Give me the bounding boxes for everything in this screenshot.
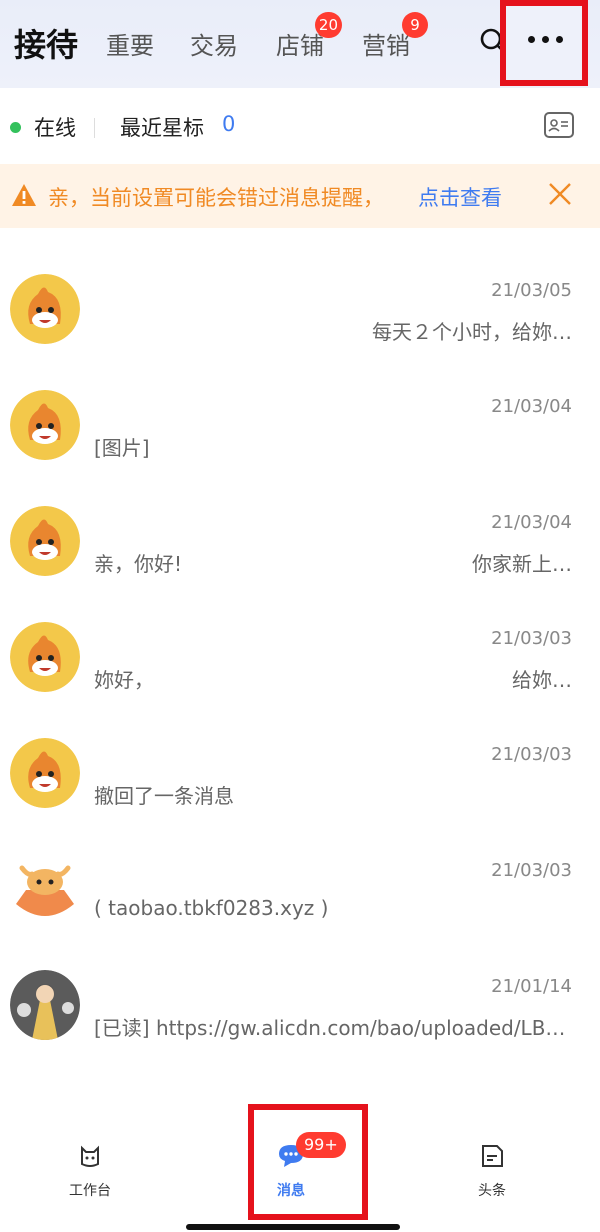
tab-marketing[interactable]: 营销 9 xyxy=(362,12,428,61)
warning-icon xyxy=(12,184,36,206)
contact-card-icon[interactable] xyxy=(544,112,574,138)
conversation-time: 21/03/03 xyxy=(491,860,572,881)
avatar xyxy=(10,622,80,692)
chat-reception-screen: 接待 重要 交易 店铺 20 营销 9 在线 最近星标 0 亲，当前设置可能会错… xyxy=(0,0,600,1232)
status-row: 在线 最近星标 0 xyxy=(0,90,600,160)
avatar xyxy=(10,274,80,344)
conversation-preview: 亲，你好! xyxy=(94,552,183,576)
nav-label: 头条 xyxy=(478,1183,506,1199)
messages-badge: 99+ xyxy=(296,1132,346,1158)
divider xyxy=(94,118,95,138)
conversation-item[interactable]: 21/03/04 亲，你好! 你家新上… xyxy=(0,496,600,612)
avatar xyxy=(10,970,80,1040)
conversation-time: 21/03/04 xyxy=(491,396,572,417)
more-dots-icon xyxy=(528,36,563,43)
conversation-item[interactable]: 21/03/05 每天２个小时，给妳… xyxy=(0,264,600,380)
conversation-item[interactable]: 21/03/04 [图片] xyxy=(0,380,600,496)
notification-warning-bar: 亲，当前设置可能会错过消息提醒， 点击查看 xyxy=(0,164,600,228)
tab-label: 重要 xyxy=(106,32,154,60)
more-button[interactable] xyxy=(500,0,588,86)
tab-label: 营销 xyxy=(362,32,410,60)
nav-label: 工作台 xyxy=(69,1183,111,1199)
conversation-item[interactable]: 21/03/03 ( taobao.tbkf0283.xyz ) xyxy=(0,844,600,960)
conversation-preview-tail: 给妳… xyxy=(512,668,572,692)
tab-important[interactable]: 重要 xyxy=(106,26,154,61)
conversation-time: 21/03/03 xyxy=(491,744,572,765)
conversation-preview: [已读] https://gw.alicdn.com/bao/uploaded/… xyxy=(94,1016,566,1040)
headlines-icon xyxy=(482,1145,503,1167)
conversation-time: 21/03/05 xyxy=(491,280,572,301)
conversation-preview-tail: 你家新上… xyxy=(472,552,572,576)
starred-count: 0 xyxy=(222,112,236,136)
tab-trade[interactable]: 交易 xyxy=(190,26,238,61)
conversation-time: 21/03/04 xyxy=(491,512,572,533)
nav-headlines[interactable]: 头条 xyxy=(442,1142,542,1200)
conversation-time: 21/03/03 xyxy=(491,628,572,649)
conversation-preview-tail: 每天２个小时，给妳… xyxy=(372,320,572,344)
close-icon[interactable] xyxy=(546,180,574,208)
conversation-item[interactable]: 21/03/03 撤回了一条消息 xyxy=(0,728,600,844)
workbench-icon xyxy=(81,1145,99,1167)
recent-starred-link[interactable]: 最近星标 xyxy=(120,112,204,142)
home-indicator xyxy=(186,1224,400,1230)
messages-highlight-box xyxy=(248,1104,368,1220)
conversation-item[interactable]: 21/01/14 [已读] https://gw.alicdn.com/bao/… xyxy=(0,960,600,1076)
nav-workbench[interactable]: 工作台 xyxy=(40,1142,140,1200)
tab-store[interactable]: 店铺 20 xyxy=(276,12,342,61)
warning-text: 亲，当前设置可能会错过消息提醒， xyxy=(48,186,384,210)
conversation-item[interactable]: 21/03/03 妳好， 给妳… xyxy=(0,612,600,728)
online-status-dot xyxy=(10,122,21,133)
tab-label: 店铺 xyxy=(276,32,324,60)
online-status-toggle[interactable]: 在线 xyxy=(34,112,76,142)
marketing-badge: 9 xyxy=(402,12,428,38)
avatar xyxy=(10,390,80,460)
tab-label: 交易 xyxy=(190,32,238,60)
store-badge: 20 xyxy=(314,12,342,38)
conversation-preview: 妳好， xyxy=(94,668,154,692)
page-title: 接待 xyxy=(14,26,79,64)
view-settings-link[interactable]: 点击查看 xyxy=(418,182,502,212)
avatar xyxy=(10,738,80,808)
avatar xyxy=(10,506,80,576)
conversation-preview: 撤回了一条消息 xyxy=(94,784,234,808)
conversation-time: 21/01/14 xyxy=(491,976,572,997)
conversation-preview: [图片] xyxy=(94,436,150,460)
avatar xyxy=(10,854,80,924)
conversation-preview: ( taobao.tbkf0283.xyz ) xyxy=(94,896,329,920)
